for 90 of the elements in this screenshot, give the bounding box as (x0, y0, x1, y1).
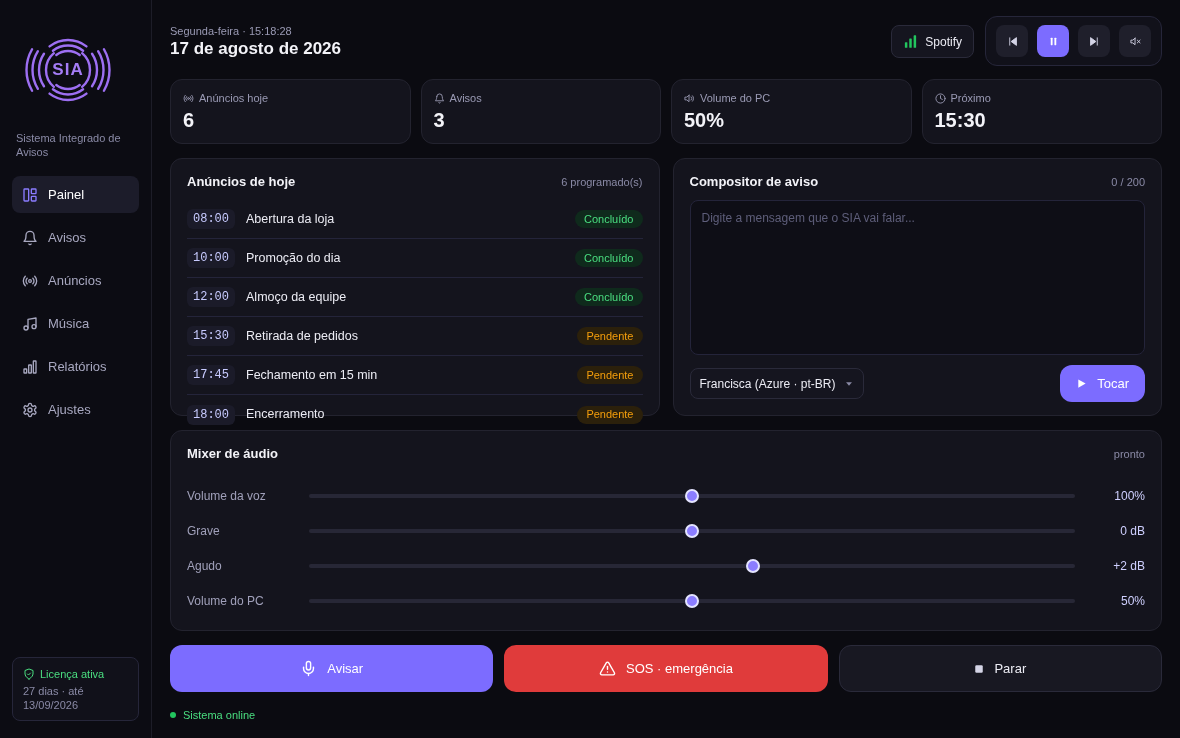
announcement-title: Fechamento em 15 min (246, 366, 378, 384)
status-badge: Concluído (574, 288, 643, 306)
pause-button[interactable] (1037, 25, 1069, 57)
logo-rings-icon (24, 37, 112, 103)
skip-forward-icon (1088, 35, 1100, 47)
emergency-button[interactable]: SOS · emergência (504, 645, 828, 692)
status-badge: Concluído (574, 210, 643, 228)
logo-text: SIA (52, 61, 84, 79)
license-detail: 27 dias · até 13/09/2026 (23, 684, 85, 712)
status-badge: Pendente (577, 366, 643, 384)
speaker-icon (684, 93, 695, 104)
panel-title: Mixer de áudio (187, 445, 279, 464)
mute-icon (1129, 35, 1141, 47)
time-chip: 10:00 (187, 248, 235, 268)
scheduled-count: 6 programado(s) (561, 174, 643, 190)
stat-label: Anúncios hoje (199, 92, 269, 105)
datetime-text: Segunda-feira · 15:18:28 (170, 25, 293, 38)
voice-select[interactable]: Francisca (Azure · pt-BR) (689, 368, 864, 399)
announcement-title: Abertura da loja (246, 210, 335, 228)
announcement-title: Encerramento (246, 406, 325, 424)
channel-reading: 0 dB (1119, 522, 1145, 540)
stat-value: 3 (433, 108, 446, 132)
nav-item[interactable]: Painel (12, 176, 139, 213)
slider-thumb[interactable] (685, 488, 699, 503)
status-badge: Pendente (577, 327, 643, 345)
channel-label: Volume do PC (187, 592, 265, 610)
mixer-status: pronto (1113, 446, 1145, 462)
nav-item[interactable]: Relatórios (12, 348, 139, 385)
announcement-title: Retirada de pedidos (246, 327, 358, 345)
time-chip: 15:30 (187, 326, 235, 346)
slider-thumb[interactable] (685, 523, 699, 538)
bell-icon (433, 93, 445, 104)
warning-icon (599, 660, 616, 677)
slider-track[interactable] (309, 523, 1075, 538)
message-field[interactable]: Digite a mensagem que o SIA vai falar... (689, 200, 1145, 355)
channel-label: Volume da voz (187, 487, 267, 505)
skip-back-icon (1006, 35, 1018, 47)
time-chip: 17:45 (187, 365, 235, 385)
announcement-title: Promoção do dia (246, 249, 341, 267)
channel-reading: +2 dB (1112, 557, 1145, 575)
channel-label: Grave (187, 522, 221, 540)
layout-icon (22, 186, 38, 203)
channel-reading: 100% (1113, 487, 1145, 505)
slider-track[interactable] (309, 558, 1075, 573)
panel-title: Anúncios de hoje (187, 173, 296, 192)
stat-value: 6 (183, 108, 196, 132)
nav-item[interactable]: Música (12, 305, 139, 342)
stop-button[interactable]: Parar (838, 645, 1162, 692)
license-status: Licença ativa (40, 667, 105, 681)
time-chip: 12:00 (187, 287, 235, 307)
play-icon (1076, 378, 1088, 389)
stat-label: Avisos (449, 92, 482, 105)
bell-icon (22, 229, 38, 246)
play-button[interactable]: Tocar (1060, 365, 1145, 402)
next-button[interactable] (1078, 25, 1110, 57)
shield-icon (23, 668, 35, 680)
status-badge: Pendente (577, 405, 643, 424)
music-note-icon (22, 315, 38, 332)
slider-thumb[interactable] (746, 558, 761, 573)
stop-icon (974, 663, 985, 674)
channel-label: Agudo (187, 557, 223, 575)
previous-button[interactable] (996, 25, 1028, 57)
clock-icon (934, 93, 946, 104)
status-text: Sistema online (183, 708, 256, 722)
announcement-title: Almoço da equipe (246, 288, 347, 306)
settings-icon (22, 401, 38, 418)
stat-value: 50% (684, 108, 726, 132)
time-chip: 08:00 (187, 209, 235, 229)
nav-item[interactable]: Avisos (12, 219, 139, 256)
panel-title: Compositor de aviso (689, 173, 819, 192)
signal-bars-icon (903, 34, 919, 49)
bar-chart-icon (22, 358, 38, 375)
date-heading: 17 de agosto de 2026 (170, 38, 342, 59)
nav-item[interactable]: Anúncios (12, 262, 139, 299)
speak-button[interactable]: Avisar (170, 645, 494, 692)
channel-reading: 50% (1119, 592, 1145, 610)
stat-value: 15:30 (934, 108, 987, 132)
character-counter: 0 / 200 (1111, 174, 1145, 190)
slider-track[interactable] (309, 488, 1075, 503)
nav-item[interactable]: Ajustes (12, 391, 139, 428)
music-source-button[interactable]: Spotify (891, 25, 974, 58)
app-subtitle: Sistema Integrado de Avisos (15, 131, 122, 159)
broadcast-icon (183, 93, 194, 104)
slider-track[interactable] (309, 593, 1075, 608)
stat-label: Próximo (950, 92, 991, 105)
slider-thumb[interactable] (685, 593, 699, 608)
stat-label: Volume do PC (700, 92, 771, 105)
status-badge: Concluído (574, 249, 643, 267)
mute-button[interactable] (1119, 25, 1151, 57)
time-chip: 18:00 (187, 404, 235, 425)
